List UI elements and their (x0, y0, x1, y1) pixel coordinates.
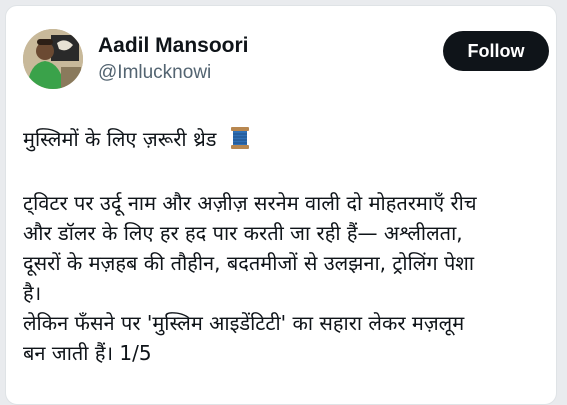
tweet-card: Aadil Mansoori @Imlucknowi Follow मुस्लि… (5, 5, 557, 405)
tweet-heading-line: मुस्लिमों के लिए ज़रूरी थ्रेड (23, 124, 538, 158)
tweet-line: लेकिन फँसने पर 'मुस्लिम आइडेंटिटी' का सह… (23, 311, 465, 335)
author-name[interactable]: Aadil Mansoori (98, 34, 249, 58)
tweet-text: मुस्लिमों के लिए ज़रूरी थ्रेड ट्विटर पर … (23, 124, 538, 368)
tweet-line: है। (23, 281, 42, 305)
avatar-image (23, 29, 83, 89)
tweet-line: और डॉलर के लिए हर हद पार करती जा रही हैं… (23, 221, 463, 245)
tweet-line: दूसरों के मज़हब की तौहीन, बदतमीजों से उल… (23, 251, 475, 275)
thread-spool-icon (229, 126, 251, 158)
tweet-line: बन जाती हैं। 1/5 (23, 341, 152, 365)
tweet-line: ट्विटर पर उर्दू नाम और अज़ीज़ सरनेम वाली… (23, 191, 477, 215)
follow-button[interactable]: Follow (443, 31, 549, 71)
author-handle[interactable]: @Imlucknowi (98, 62, 211, 84)
tweet-heading: मुस्लिमों के लिए ज़रूरी थ्रेड (23, 127, 217, 151)
author-avatar[interactable] (23, 29, 83, 89)
